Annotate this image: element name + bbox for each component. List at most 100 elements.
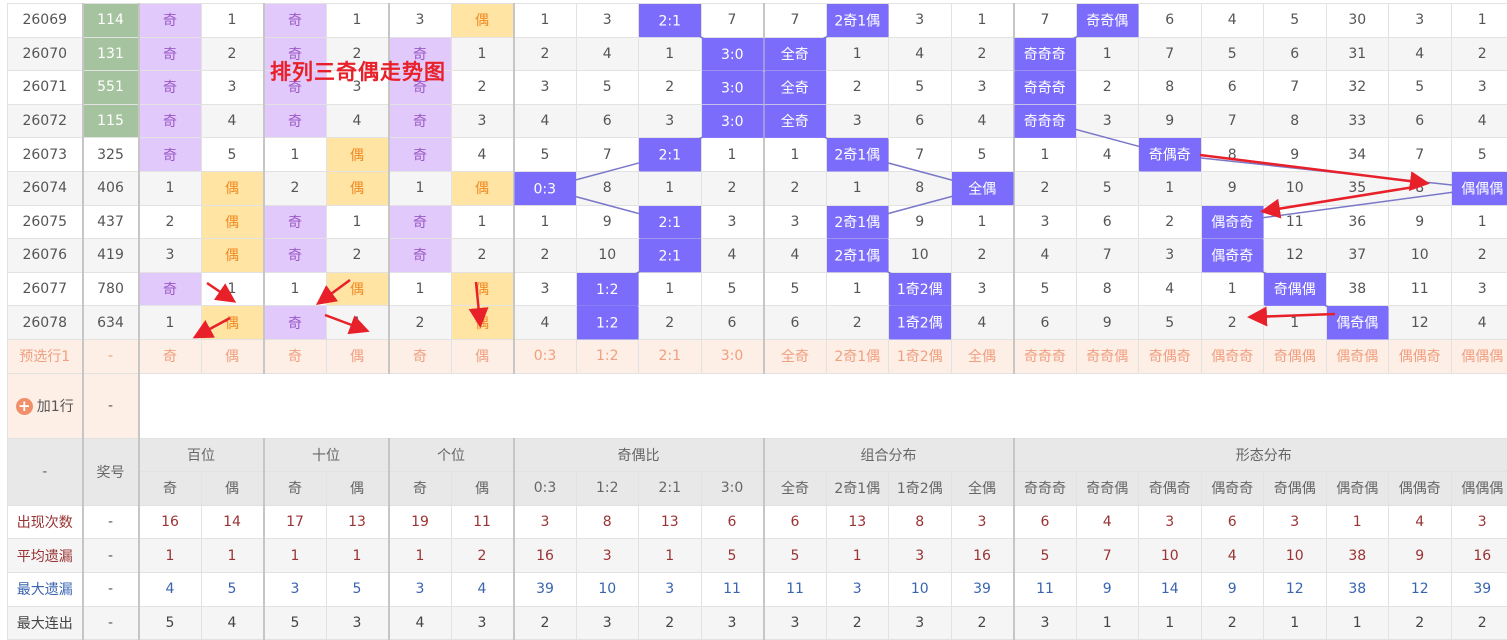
trend-cell: 6 xyxy=(701,306,764,340)
trend-cell: 偶 xyxy=(201,239,264,273)
preselect-option[interactable]: 偶偶奇 xyxy=(1389,339,1452,373)
stats-dash: - xyxy=(83,572,139,606)
column-title: 奇偶偶 xyxy=(1264,472,1327,506)
trend-cell: 4 xyxy=(951,104,1014,138)
preselect-option[interactable]: 0:3 xyxy=(514,339,577,373)
trend-cell: 3:0 xyxy=(701,104,764,138)
stats-value: 39 xyxy=(951,572,1014,606)
trend-cell: 1 xyxy=(201,4,264,38)
preselect-option[interactable]: 奇奇奇 xyxy=(1014,339,1077,373)
trend-cell: 偶 xyxy=(451,306,514,340)
stats-value: 1 xyxy=(201,539,264,573)
trend-cell: 3 xyxy=(889,4,952,38)
trend-cell: 2 xyxy=(764,171,827,205)
trend-cell: 2 xyxy=(639,71,702,105)
table-row: 26069114奇1奇13偶132:1772奇1偶317奇奇偶6453031 xyxy=(8,4,1507,38)
column-title: 0:3 xyxy=(514,472,577,506)
trend-cell: 8 xyxy=(1139,71,1202,105)
stats-value: 1 xyxy=(1264,606,1327,640)
stats-value: 5 xyxy=(326,572,389,606)
trend-cell: 4 xyxy=(1389,37,1452,71)
preselect-option[interactable]: 偶 xyxy=(201,339,264,373)
trend-cell: 4 xyxy=(201,104,264,138)
trend-cell: 4 xyxy=(951,306,1014,340)
preselect-option[interactable]: 奇偶奇 xyxy=(1139,339,1202,373)
trend-cell: 5 xyxy=(1451,138,1507,172)
trend-cell: 4 xyxy=(451,138,514,172)
preselect-option[interactable]: 偶 xyxy=(451,339,514,373)
draw-number: 551 xyxy=(83,71,139,105)
preselect-option[interactable]: 偶奇奇 xyxy=(1201,339,1264,373)
draw-number: 634 xyxy=(83,306,139,340)
trend-cell: 1 xyxy=(1451,4,1507,38)
trend-cell: 5 xyxy=(514,138,577,172)
preselect-option[interactable]: 奇 xyxy=(264,339,327,373)
trend-cell: 3 xyxy=(1389,4,1452,38)
trend-cell: 9 xyxy=(576,205,639,239)
stats-value: 12 xyxy=(1389,572,1452,606)
stats-value: 1 xyxy=(139,539,202,573)
preselect-option[interactable]: 2:1 xyxy=(639,339,702,373)
trend-cell: 10 xyxy=(576,239,639,273)
preselect-option[interactable]: 全偶 xyxy=(951,339,1014,373)
stats-value: 2 xyxy=(514,606,577,640)
column-title: 1奇2偶 xyxy=(889,472,952,506)
preselect-option[interactable]: 1奇2偶 xyxy=(889,339,952,373)
trend-cell: 1 xyxy=(514,4,577,38)
trend-cell: 2 xyxy=(826,306,889,340)
trend-cell: 奇 xyxy=(389,104,452,138)
column-header: 奇偶奇偶奇偶0:31:22:13:0全奇2奇1偶1奇2偶全偶奇奇奇奇奇偶奇偶奇偶… xyxy=(8,472,1507,506)
preselect-option[interactable]: 偶 xyxy=(326,339,389,373)
stats-value: 1 xyxy=(264,539,327,573)
trend-cell: 4 xyxy=(326,104,389,138)
preselect-option[interactable]: 奇 xyxy=(389,339,452,373)
trend-cell: 5 xyxy=(201,138,264,172)
preselect-option[interactable]: 全奇 xyxy=(764,339,827,373)
trend-cell: 3 xyxy=(576,4,639,38)
stats-value: 14 xyxy=(1139,572,1202,606)
trend-cell: 偶奇奇 xyxy=(1201,239,1264,273)
preselect-option[interactable]: 1:2 xyxy=(576,339,639,373)
issue-number: 26074 xyxy=(8,171,83,205)
stats-value: 13 xyxy=(639,505,702,539)
trend-cell: 7 xyxy=(1014,4,1077,38)
trend-cell: 2 xyxy=(326,239,389,273)
trend-cell: 奇 xyxy=(389,138,452,172)
add-row-button[interactable]: +加1行 xyxy=(8,373,83,438)
preselect-option[interactable]: 奇 xyxy=(139,339,202,373)
trend-cell: 1 xyxy=(264,272,327,306)
issue-number: 26072 xyxy=(8,104,83,138)
preselect-option[interactable]: 奇奇偶 xyxy=(1076,339,1139,373)
preselect-option[interactable]: 偶偶偶 xyxy=(1451,339,1507,373)
preselect-option[interactable]: 偶奇偶 xyxy=(1326,339,1389,373)
trend-cell: 奇 xyxy=(264,239,327,273)
trend-cell: 6 xyxy=(1264,37,1327,71)
column-title: 奇偶奇 xyxy=(1139,472,1202,506)
trend-cell: 奇 xyxy=(139,71,202,105)
preselect-option[interactable]: 2奇1偶 xyxy=(826,339,889,373)
stats-value: 13 xyxy=(326,505,389,539)
trend-cell: 5 xyxy=(1076,171,1139,205)
stats-value: 10 xyxy=(1139,539,1202,573)
trend-cell: 偶 xyxy=(201,306,264,340)
preselect-option[interactable]: 3:0 xyxy=(701,339,764,373)
trend-cell: 2 xyxy=(264,171,327,205)
preselect-option[interactable]: 奇偶偶 xyxy=(1264,339,1327,373)
trend-cell: 8 xyxy=(1076,272,1139,306)
stats-value: 5 xyxy=(139,606,202,640)
draw-number: 325 xyxy=(83,138,139,172)
trend-cell: 偶 xyxy=(201,205,264,239)
trend-table: 26069114奇1奇13偶132:1772奇1偶317奇奇偶645303126… xyxy=(7,3,1507,640)
trend-cell: 7 xyxy=(764,4,827,38)
stats-value: 39 xyxy=(514,572,577,606)
trend-cell: 1 xyxy=(1014,138,1077,172)
trend-cell: 8 xyxy=(576,171,639,205)
table-row: 260754372偶奇1奇1192:1332奇1偶91362偶奇奇113691 xyxy=(8,205,1507,239)
stats-value: 3 xyxy=(889,539,952,573)
stats-value: 6 xyxy=(764,505,827,539)
trend-cell: 2 xyxy=(389,306,452,340)
preselect-row[interactable]: 预选行1-奇偶奇偶奇偶0:31:22:13:0全奇2奇1偶1奇2偶全偶奇奇奇奇奇… xyxy=(8,339,1507,373)
stats-value: 39 xyxy=(1451,572,1507,606)
trend-cell: 12 xyxy=(1389,306,1452,340)
trend-cell: 11 xyxy=(1389,272,1452,306)
